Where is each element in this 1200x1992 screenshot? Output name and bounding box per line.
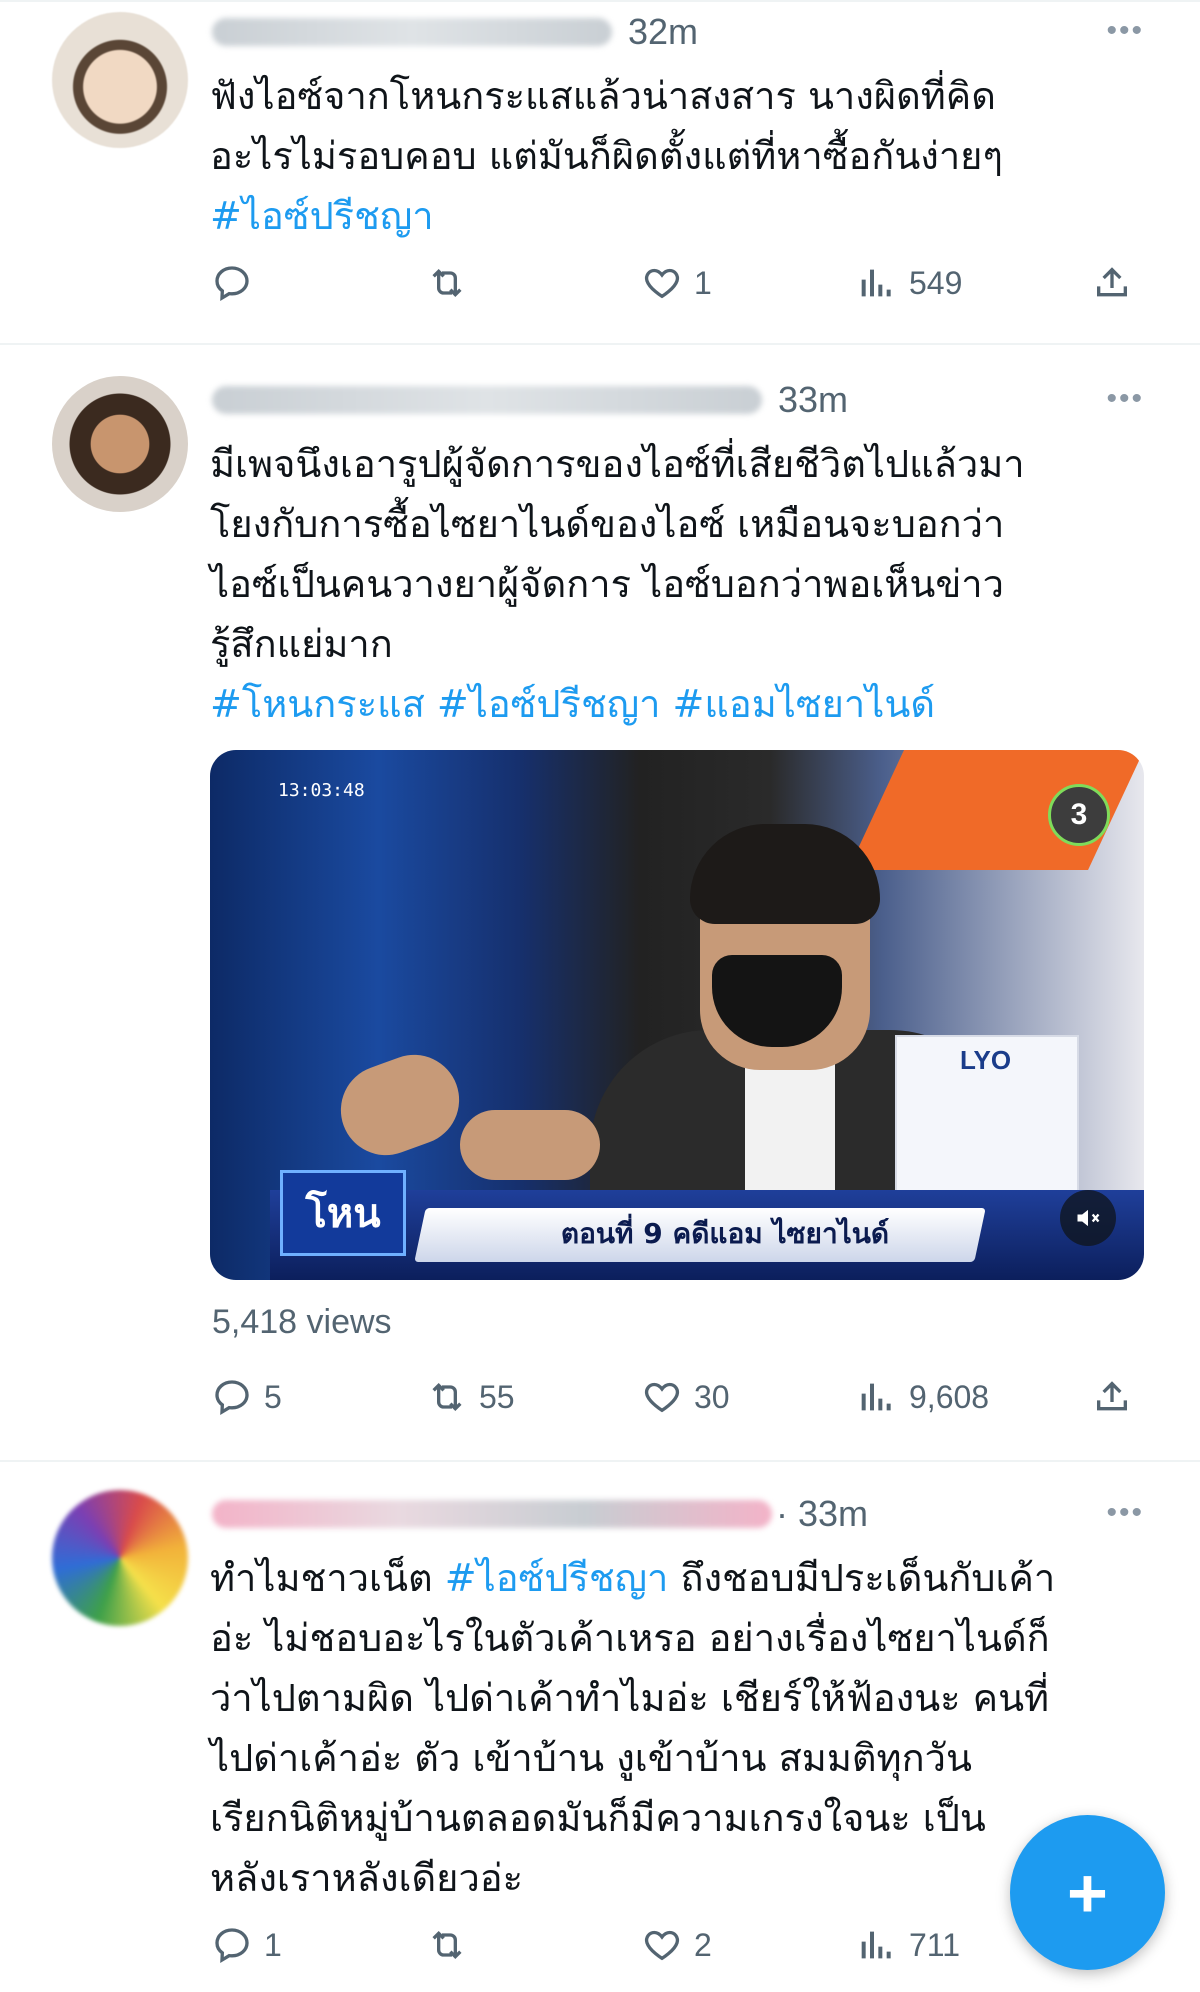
views-count: 9,608 [909, 1378, 990, 1415]
share-button[interactable] [1092, 258, 1144, 308]
divider [0, 1460, 1200, 1462]
tweet-text: ทำไมชาวเน็ต #ไอซ์ปรีชญา ถึงชอบมีประเด็นก… [210, 1548, 1150, 1908]
person-hand [460, 1110, 600, 1180]
share-icon [1097, 267, 1127, 297]
video-player[interactable]: 13:03:48 3 LYO โหน ตอนที่ 9 คดีแอม ไซยาไ… [210, 750, 1144, 1280]
tweet-header: 32m [212, 10, 698, 54]
tweet-text: ฟังไอซ์จากโหนกระแสแล้วน่าสงสาร นางผิดที่… [210, 66, 1150, 246]
hashtag-links[interactable]: #โหนกระแส #ไอซ์ปรีชญา #แอมไซยาไนด์ [210, 674, 1150, 734]
like-button[interactable]: 1 [642, 258, 712, 308]
views-icon [861, 1931, 891, 1959]
like-button[interactable]: 30 [642, 1372, 730, 1422]
blurred-username[interactable] [212, 1500, 772, 1528]
avatar[interactable] [52, 12, 188, 148]
tweet-text-line: ว่าไปตามผิด ไปด่าเค้าทำไมอ่ะ เชียร์ให้ฟ้… [210, 1676, 1050, 1720]
like-count: 1 [694, 264, 712, 301]
retweet-icon [432, 1382, 462, 1412]
views-button[interactable]: 711 [857, 1920, 960, 1970]
views-count: 549 [909, 264, 963, 301]
reply-button[interactable]: 1 [212, 1920, 282, 1970]
tweet-text-line: ทำไมชาวเน็ต #ไอซ์ปรีชญา ถึงชอบมีประเด็นก… [210, 1548, 1150, 1608]
channel-logo: 3 [1048, 784, 1110, 846]
reply-icon [215, 1928, 249, 1964]
share-button[interactable] [1092, 1372, 1144, 1422]
tweet-text-line: รู้สึกแย่มาก [210, 622, 393, 666]
tweet-text: มีเพจนึงเอารูปผู้จัดการของไอซ์ที่เสียชีว… [210, 434, 1150, 734]
like-icon [644, 1930, 680, 1961]
tweet-text-line: อะไรไม่รอบคอบ แต่มันก็ผิดตั้งแต่ที่หาซื้… [210, 134, 1003, 178]
tweet-actions: 5 55 30 9,608 [212, 1372, 1152, 1422]
hashtag-link[interactable]: #ไอซ์ปรีชญา [210, 186, 1150, 246]
retweet-icon [432, 1930, 462, 1960]
blurred-username[interactable] [212, 18, 612, 46]
plus-icon: + [1067, 1853, 1108, 1932]
like-count: 30 [694, 1378, 730, 1415]
tweet-header: 33m [212, 378, 848, 422]
like-icon [644, 1382, 680, 1413]
avatar[interactable] [52, 376, 188, 512]
retweet-button[interactable] [427, 1920, 479, 1970]
show-logo: โหน [280, 1170, 406, 1256]
retweet-icon [432, 268, 462, 298]
reply-icon [215, 266, 249, 302]
reply-count: 5 [264, 1378, 282, 1415]
tweet-header: · 33m [212, 1492, 868, 1536]
like-count: 2 [694, 1926, 712, 1963]
views-button[interactable]: 549 [857, 258, 962, 308]
divider [0, 343, 1200, 345]
avatar[interactable] [52, 1490, 188, 1626]
video-caption: ตอนที่ 9 คดีแอม ไซยาไนด์ [560, 1217, 890, 1250]
views-icon [861, 1383, 891, 1411]
tweet-text-line: ฟังไอซ์จากโหนกระแสแล้วน่าสงสาร นางผิดที่… [210, 74, 996, 118]
views-count: 711 [909, 1926, 961, 1963]
compose-tweet-button[interactable]: + [1010, 1815, 1165, 1970]
tweet-time[interactable]: 33m [778, 379, 848, 421]
more-icon[interactable]: ••• [1106, 382, 1144, 416]
more-icon[interactable]: ••• [1106, 1496, 1144, 1530]
blurred-username[interactable] [212, 386, 762, 414]
product-label: LYO [960, 1045, 1012, 1075]
like-icon [644, 268, 680, 299]
tweet-text-line: อ่ะ ไม่ชอบอะไรในตัวเค้าเหรอ อย่างเรื่องไ… [210, 1616, 1050, 1660]
reply-count: 1 [264, 1926, 282, 1963]
tweet-text-line: ไปด่าเค้าอ่ะ ตัว เข้าบ้าน งูเข้าบ้าน สมม… [210, 1736, 972, 1780]
tweet-text-line: โยงกับการซื้อไซยาไนด์ของไอซ์ เหมือนจะบอก… [210, 502, 1005, 546]
reply-button[interactable]: 5 [212, 1372, 282, 1422]
like-button[interactable]: 2 [642, 1920, 712, 1970]
video-view-count: 5,418 views [212, 1303, 392, 1341]
more-icon[interactable]: ••• [1106, 14, 1144, 48]
reply-button[interactable] [212, 258, 264, 308]
tweet-time[interactable]: 32m [628, 11, 698, 53]
tweet-time[interactable]: · 33m [776, 1493, 868, 1535]
divider [0, 0, 1200, 2]
tweet-actions: 1 2 711 [212, 1920, 1152, 1970]
person-hair [690, 824, 880, 924]
retweet-count: 55 [479, 1378, 515, 1415]
views-button[interactable]: 9,608 [857, 1372, 989, 1422]
tweet-text-line: หลังเราหลังเดียวอ่ะ [210, 1856, 524, 1900]
share-icon [1097, 1381, 1127, 1411]
mute-icon [1077, 1209, 1100, 1227]
views-icon [861, 269, 891, 297]
mute-button[interactable] [1060, 1190, 1116, 1246]
tweet-text-line: มีเพจนึงเอารูปผู้จัดการของไอซ์ที่เสียชีว… [210, 442, 1025, 486]
tweet-text-line: เรียกนิติหมู่บ้านตลอดมันก็มีความเกรงใจนะ… [210, 1796, 986, 1840]
hashtag-link[interactable]: #ไอซ์ปรีชญา [445, 1556, 669, 1600]
tweet-text-line: ไอซ์เป็นคนวางยาผู้จัดการ ไอซ์บอกว่าพอเห็… [210, 562, 1004, 606]
video-timestamp: 13:03:48 [278, 780, 365, 801]
person-hand [328, 1042, 472, 1168]
timeline-feed: 32m ••• ฟังไอซ์จากโหนกระแสแล้วน่าสงสาร น… [0, 0, 1200, 1992]
tweet-actions: 1 549 [212, 258, 1152, 308]
reply-icon [215, 1380, 249, 1416]
retweet-button[interactable]: 55 [427, 1372, 515, 1422]
text-fragment: ถึงชอบมีประเด็นกับเค้า [668, 1556, 1056, 1600]
text-fragment: ทำไมชาวเน็ต [210, 1556, 445, 1600]
retweet-button[interactable] [427, 258, 479, 308]
